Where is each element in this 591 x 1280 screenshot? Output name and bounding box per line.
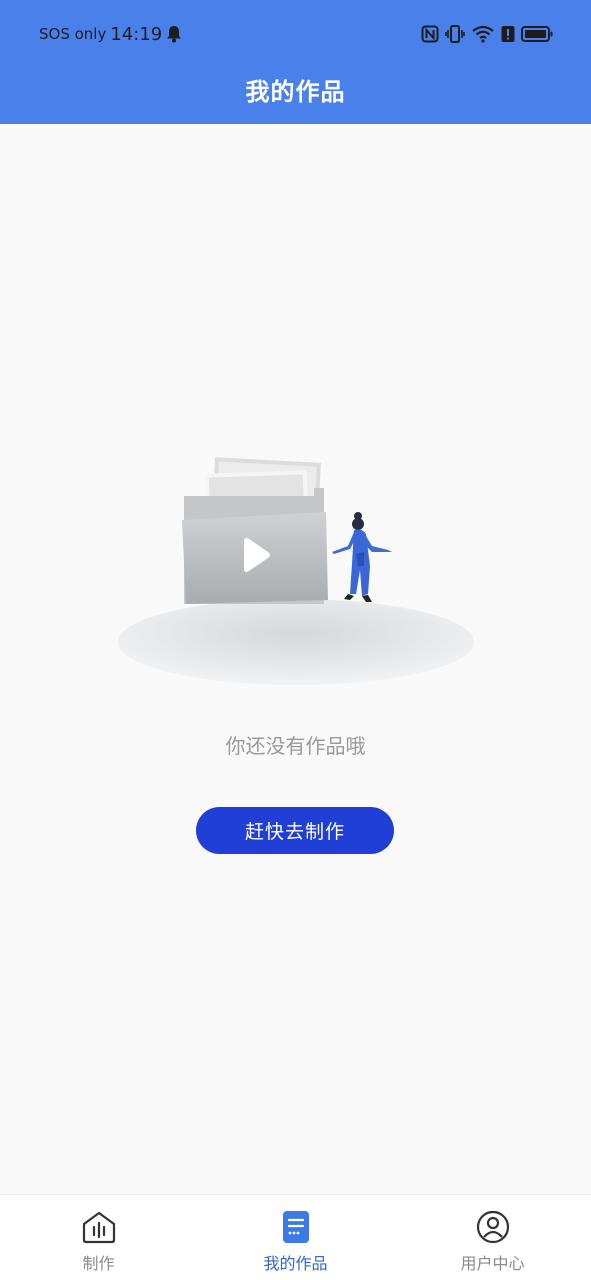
clock: 14:19 bbox=[110, 23, 163, 45]
alert-icon bbox=[501, 26, 515, 42]
carrier-text: SOS only bbox=[39, 25, 107, 43]
nfc-icon bbox=[421, 25, 439, 43]
nav-item-create[interactable]: 制作 bbox=[0, 1195, 197, 1280]
vibrate-icon bbox=[445, 25, 465, 43]
status-right bbox=[421, 20, 553, 48]
nav-item-user-center[interactable]: 用户中心 bbox=[394, 1195, 591, 1280]
header: SOS only 14:19 我的作品 bbox=[0, 0, 591, 124]
bottom-nav: 制作 我的作品 用户中心 bbox=[0, 1194, 591, 1280]
nav-item-my-works[interactable]: 我的作品 bbox=[197, 1195, 394, 1280]
empty-message: 你还没有作品哦 bbox=[225, 734, 366, 758]
figure bbox=[332, 512, 392, 602]
status-left: SOS only 14:19 bbox=[39, 20, 182, 48]
nav-label-user-center: 用户中心 bbox=[460, 1254, 525, 1273]
user-circle-icon bbox=[476, 1210, 509, 1244]
document-list-icon bbox=[282, 1211, 309, 1243]
bell-icon bbox=[167, 26, 182, 43]
page-title: 我的作品 bbox=[245, 78, 346, 106]
nav-label-my-works: 我的作品 bbox=[263, 1254, 328, 1273]
battery-icon bbox=[521, 26, 553, 42]
empty-folder-illustration bbox=[118, 457, 474, 685]
create-now-button[interactable]: 赶快去制作 bbox=[196, 807, 394, 854]
wifi-icon bbox=[472, 25, 494, 43]
main-content: 你还没有作品哦 赶快去制作 bbox=[0, 124, 591, 1194]
status-bar: SOS only 14:19 bbox=[0, 0, 591, 66]
app-screen: SOS only 14:19 我的作品 你还没有作品哦 赶快去制作 制作 我的作… bbox=[0, 0, 591, 1280]
home-chart-icon bbox=[82, 1211, 115, 1244]
nav-label-create: 制作 bbox=[82, 1254, 115, 1273]
